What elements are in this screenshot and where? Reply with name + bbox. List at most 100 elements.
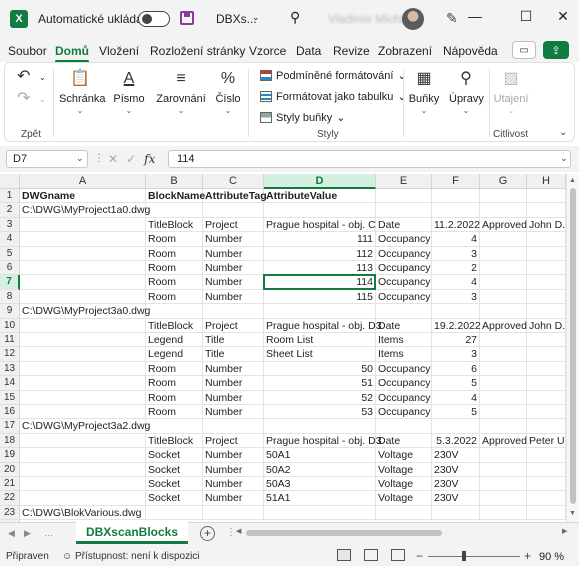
comments-button[interactable]: ▭ [512,41,536,59]
table-cell[interactable] [146,304,203,319]
user-name[interactable]: Vladimír Michl [328,12,403,26]
table-cell[interactable] [432,189,480,204]
table-cell[interactable] [20,361,146,377]
table-cell[interactable]: Occupancy [376,232,432,247]
table-cell[interactable] [527,505,566,521]
table-cell[interactable] [432,505,480,521]
table-cell[interactable]: Occupancy [376,289,432,305]
column-header[interactable]: E [376,174,432,189]
table-cell[interactable] [20,318,146,333]
table-cell[interactable]: 51A1 [264,491,376,506]
table-cell[interactable]: C:\DWG\MyProject3a2.dwg [20,419,150,434]
row-header[interactable]: 3 [0,217,20,233]
accessibility-status[interactable]: ☺ Přístupnost: není k dispozici [62,551,200,562]
prev-sheet-icon[interactable]: ◀ [8,528,15,539]
table-cell[interactable]: 3 [432,347,480,362]
table-cell[interactable] [20,376,146,391]
table-cell[interactable]: Number [203,477,264,492]
table-cell[interactable]: 5 [432,376,480,391]
table-cell[interactable]: Number [203,261,264,276]
row-header[interactable]: 5 [0,246,20,261]
expand-formula-icon[interactable]: ⌄ [560,153,568,164]
table-cell[interactable] [527,289,566,305]
table-cell[interactable]: Occupancy [376,390,432,405]
table-cell[interactable]: Room [146,289,203,305]
row-header[interactable]: 22 [0,491,20,506]
table-cell[interactable] [376,304,432,319]
table-cell[interactable]: Sheet List [264,347,376,362]
table-cell[interactable]: Date [376,433,432,449]
next-sheet-icon[interactable]: ▶ [24,528,31,539]
table-cell[interactable]: Number [203,491,264,506]
table-cell[interactable]: Approved [480,433,527,449]
table-cell[interactable]: Number [203,390,264,405]
row-header[interactable]: 20 [0,462,20,477]
table-cell[interactable] [527,189,566,204]
table-cell[interactable] [480,405,527,420]
table-cell[interactable] [264,505,376,521]
table-cell[interactable]: 5.3.2022 [432,433,480,449]
row-header[interactable]: 8 [0,289,20,305]
table-cell[interactable] [480,491,527,506]
table-cell[interactable] [527,376,566,391]
table-cell[interactable] [480,361,527,377]
scroll-up-icon[interactable]: ▲ [569,177,576,184]
autosave-toggle[interactable] [138,11,170,27]
table-cell[interactable]: 53 [264,405,376,420]
format-as-table-button[interactable]: Formátovat jako tabulku ⌄ [260,90,407,103]
table-cell[interactable]: Title [203,347,264,362]
table-cell[interactable]: Socket [146,491,203,506]
table-cell[interactable] [376,505,432,521]
more-sheets-icon[interactable]: … [44,528,53,538]
table-cell[interactable]: Voltage [376,491,432,506]
tab-napoveda[interactable]: Nápověda [443,44,498,58]
sheet-tab[interactable]: DBXscanBlocks [76,522,188,544]
table-cell[interactable] [527,477,566,492]
table-cell[interactable] [527,246,566,261]
chevron-down-icon[interactable]: ⌄ [76,153,84,164]
editing-button[interactable]: ⚲ Úpravy ⌄ [449,69,484,115]
table-cell[interactable]: Number [203,232,264,247]
chevron-down-icon[interactable]: ⌄ [252,12,260,23]
table-cell[interactable]: 114 [264,275,376,290]
table-cell[interactable]: 11.2.2022 [432,217,480,233]
scroll-left-icon[interactable]: ◀ [236,527,241,535]
table-cell[interactable]: Occupancy [376,376,432,391]
row-header[interactable]: 15 [0,390,20,405]
column-header[interactable]: B [146,174,203,189]
alignment-button[interactable]: ≡ Zarovnání ⌄ [155,69,207,115]
table-cell[interactable] [20,246,146,261]
table-cell[interactable]: DWGname [20,189,146,204]
table-cell[interactable]: Number [203,275,264,290]
table-cell[interactable] [20,390,146,405]
table-cell[interactable] [480,261,527,276]
zoom-in-icon[interactable]: + [524,549,531,563]
row-header[interactable]: 1 [0,189,20,204]
table-cell[interactable]: Prague hospital - obj. D3 [264,433,382,449]
table-cell[interactable] [527,347,566,362]
minimize-button[interactable]: — [460,8,490,24]
table-cell[interactable]: Project [203,433,264,449]
column-header[interactable]: C [203,174,264,189]
row-header[interactable]: 13 [0,361,20,377]
tab-revize[interactable]: Revize [333,44,370,58]
row-header[interactable]: 6 [0,261,20,276]
vertical-scrollbar[interactable]: ▲ ▼ [566,174,579,522]
table-cell[interactable] [480,289,527,305]
table-cell[interactable] [264,419,376,434]
pen-icon[interactable]: ✎ [446,10,458,27]
column-header[interactable]: G [480,174,527,189]
add-sheet-icon[interactable]: + [200,526,215,541]
table-cell[interactable]: 230V [432,477,480,492]
table-cell[interactable]: Prague hospital - obj. D3 [264,318,382,333]
table-cell[interactable] [480,333,527,348]
table-cell[interactable]: Legend [146,347,203,362]
table-cell[interactable] [20,448,146,463]
undo-dropdown[interactable]: ⌄ [39,73,46,82]
undo-button[interactable]: ↶ [17,67,30,91]
table-cell[interactable]: John D. [527,318,566,333]
table-cell[interactable]: Number [203,448,264,463]
table-cell[interactable]: 51 [264,376,376,391]
table-cell[interactable]: 230V [432,448,480,463]
conditional-formatting-button[interactable]: Podmíněné formátování⌄ [260,69,407,82]
